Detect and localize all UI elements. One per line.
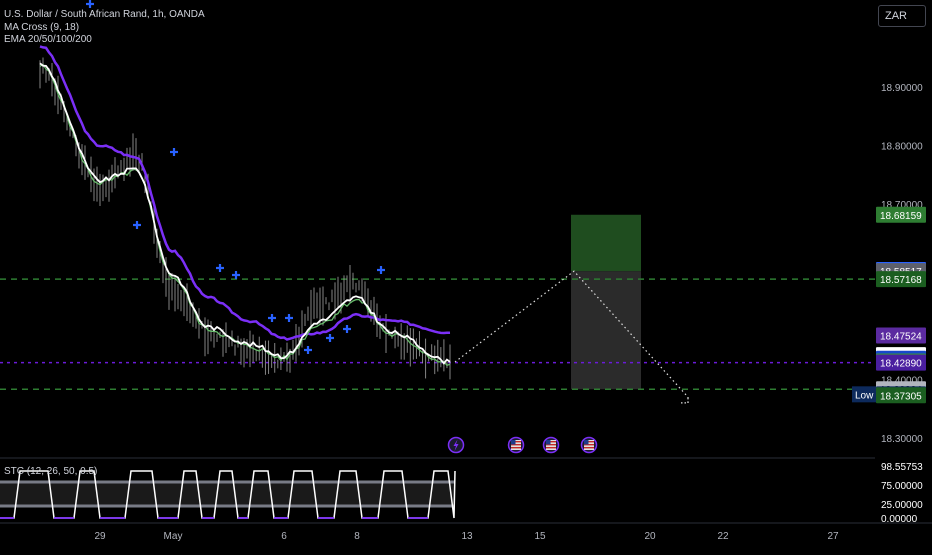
price-badge[interactable]: 18.57168	[876, 271, 926, 288]
flag-canton	[584, 440, 589, 445]
ema-line	[39, 45, 451, 341]
lightning-event-icon[interactable]	[447, 436, 465, 454]
cross-marker	[86, 0, 94, 8]
time-tick-label: 13	[461, 531, 473, 542]
time-tick-label: 22	[717, 531, 729, 542]
stc-band	[0, 482, 455, 506]
cross-marker	[304, 346, 312, 354]
stc-axis-label: 98.55753	[881, 462, 923, 473]
price-badge-label: 18.37305	[880, 391, 922, 402]
us-flag-event-icon[interactable]	[507, 436, 525, 454]
time-tick-label: 8	[354, 531, 360, 542]
price-badge[interactable]: 18.37305	[876, 387, 926, 404]
stc-pane	[0, 470, 456, 519]
price-badge-label: 18.42890	[880, 359, 922, 370]
flag-canton	[546, 440, 551, 445]
price-badge[interactable]: 18.68159	[876, 206, 926, 223]
stc-legend[interactable]: STC (12, 26, 50, 0.5)	[4, 466, 97, 477]
us-flag-event-icon[interactable]	[580, 436, 598, 454]
price-tick-label: 18.30000	[881, 434, 923, 445]
us-flag-event-icon[interactable]	[542, 436, 560, 454]
price-tick-label: 18.80000	[881, 142, 923, 153]
chart-legend: U.S. Dollar / South African Rand, 1h, OA…	[4, 9, 205, 47]
price-badge-label: 18.47524	[880, 331, 922, 342]
level-lines	[0, 278, 875, 390]
flag-stripe	[511, 447, 521, 449]
time-tick-label: 27	[827, 531, 839, 542]
flag-stripe	[584, 447, 594, 449]
cross-marker	[285, 314, 293, 322]
currency-button[interactable]: ZAR	[878, 5, 926, 27]
cross-marker	[170, 148, 178, 156]
cross-marker	[232, 271, 240, 279]
cross-marker	[343, 325, 351, 333]
price-badge[interactable]: 18.47524	[876, 327, 926, 344]
price-chart[interactable]: 18.9000018.8000018.7000018.4000018.30000…	[0, 0, 932, 550]
ma-fast-path	[39, 62, 451, 365]
loss-zone	[571, 271, 641, 390]
event-icons[interactable]	[447, 436, 598, 454]
flag-stripe	[546, 447, 556, 449]
price-badge-label: 18.57168	[880, 275, 922, 286]
ma-cross-legend[interactable]: MA Cross (9, 18)	[4, 22, 205, 35]
time-tick-label: 15	[534, 531, 546, 542]
ema-path	[39, 45, 451, 341]
time-tick-label: 6	[281, 531, 287, 542]
price-badge[interactable]: 18.42890	[876, 354, 926, 371]
flag-canton	[511, 440, 516, 445]
cross-marker	[326, 334, 334, 342]
cross-marker	[377, 266, 385, 274]
low-badge-label: Low	[855, 390, 874, 401]
cross-marker	[268, 314, 276, 322]
ma-fast-line	[39, 62, 451, 365]
price-badge-label: 18.68159	[880, 211, 922, 222]
cross-marker	[133, 221, 141, 229]
projection-arrow-head	[681, 398, 689, 404]
symbol-title[interactable]: U.S. Dollar / South African Rand, 1h, OA…	[4, 9, 205, 22]
stc-axis-label: 25.00000	[881, 500, 923, 511]
stc-axis-label: 75.00000	[881, 481, 923, 492]
cross-marker	[216, 264, 224, 272]
price-tick-label: 18.90000	[881, 83, 923, 94]
time-tick-label: 29	[94, 531, 106, 542]
ema-legend[interactable]: EMA 20/50/100/200	[4, 34, 205, 47]
profit-zone	[571, 214, 641, 272]
time-tick-label: May	[164, 531, 183, 542]
price-axis[interactable]: 18.9000018.8000018.7000018.4000018.30000…	[852, 0, 932, 550]
cross-markers	[86, 0, 385, 354]
time-tick-label: 20	[644, 531, 656, 542]
low-badge[interactable]: Low	[852, 386, 876, 403]
time-axis[interactable]: 29 May 6 8 13 15 20 22 27	[0, 522, 932, 542]
chart-root: 18.90000 18.80000 18.70000 18.40000 18.30000…	[0, 0, 932, 550]
